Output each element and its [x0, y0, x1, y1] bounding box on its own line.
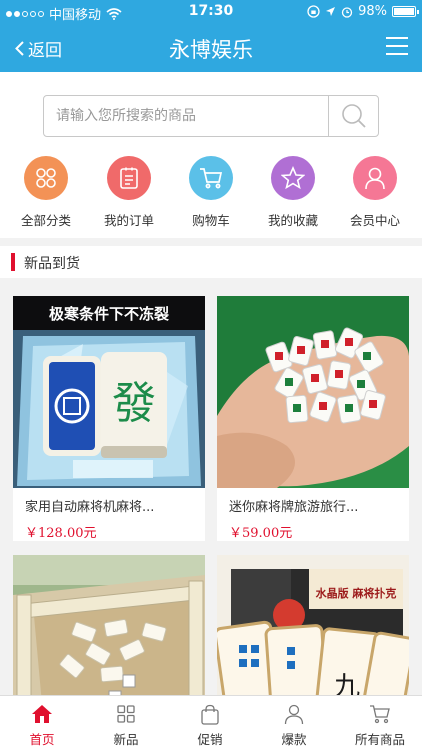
top-bar: 中国移动 17:30 98% 返回 永博娱乐: [0, 0, 422, 72]
status-right: 98%: [307, 4, 419, 19]
alarm-icon: [341, 6, 353, 18]
order-list-icon: [107, 156, 151, 200]
bottom-tab-bar: 首页 新品 促销 爆款 所有商品: [0, 695, 422, 750]
battery-icon: [392, 6, 419, 17]
tab-label: 促销: [197, 732, 223, 747]
grid-icon: [24, 156, 68, 200]
tab-label: 爆款: [281, 732, 307, 747]
category-member[interactable]: 会员中心: [335, 156, 415, 229]
tab-label: 新品: [113, 732, 139, 747]
tab-label: 所有商品: [354, 732, 405, 747]
status-bar: 中国移动 17:30 98%: [0, 0, 422, 24]
section-header: 新品到货: [0, 246, 422, 278]
category-label: 我的订单: [103, 213, 154, 228]
category-label: 我的收藏: [267, 213, 318, 228]
cart-icon: [189, 156, 233, 200]
category-menu: 全部分类 我的订单 购物车 我的收藏 会员中心: [0, 148, 422, 238]
star-icon: [271, 156, 315, 200]
product-price: ￥59.00元: [229, 526, 293, 541]
category-label: 购物车: [192, 213, 230, 228]
product-image-ice-mahjong: 發 极寒条件下不冻裂: [13, 296, 205, 488]
menu-icon[interactable]: [386, 37, 408, 55]
person-icon: [252, 703, 336, 725]
search-button[interactable]: [328, 96, 378, 136]
product-card[interactable]: 發 极寒条件下不冻裂 家用自动麻将机麻将... ￥128.00元: [13, 296, 205, 541]
user-icon: [353, 156, 397, 200]
product-card[interactable]: 迷你麻将牌旅游旅行... ￥59.00元: [217, 296, 409, 541]
product-name: 家用自动麻将机麻将...: [25, 500, 155, 515]
category-cart[interactable]: 购物车: [171, 156, 251, 229]
rotation-lock-icon: [307, 5, 320, 18]
home-icon: [0, 703, 84, 725]
tab-new[interactable]: 新品: [84, 703, 168, 748]
product-price: ￥128.00元: [25, 526, 97, 541]
location-arrow-icon: [326, 7, 336, 16]
search-input[interactable]: [44, 96, 328, 136]
section-title: 新品到货: [24, 256, 80, 272]
battery-percent: 98%: [358, 4, 387, 19]
category-label: 会员中心: [349, 213, 400, 228]
tab-hot[interactable]: 爆款: [252, 703, 336, 748]
app-screen: 中国移动 17:30 98% 返回 永博娱乐 请输入您所搜索的商品 全部分类 我…: [0, 0, 422, 750]
section-accent-bar: [11, 253, 15, 271]
product-banner: 极寒条件下不冻裂: [49, 305, 169, 323]
bag-icon: [168, 703, 252, 725]
tab-promotions[interactable]: 促销: [168, 703, 252, 748]
category-all[interactable]: 全部分类: [6, 156, 86, 229]
product-banner: 水晶版 麻将扑克: [316, 586, 397, 600]
product-tile-char: 發: [112, 378, 156, 429]
category-favorites[interactable]: 我的收藏: [253, 156, 333, 229]
cart-icon: [338, 703, 422, 725]
page-title: 永博娱乐: [169, 38, 253, 62]
category-label: 全部分类: [20, 213, 71, 228]
tab-home[interactable]: 首页: [0, 703, 84, 748]
product-image-mini-mahjong: [217, 296, 409, 488]
grid-icon: [84, 703, 168, 725]
tab-label: 首页: [29, 732, 55, 747]
app-header: 返回 永博娱乐: [0, 24, 422, 72]
category-orders[interactable]: 我的订单: [89, 156, 169, 229]
search-box: [43, 95, 379, 137]
search-icon: [341, 104, 366, 128]
tab-all-products[interactable]: 所有商品: [338, 703, 422, 748]
product-name: 迷你麻将牌旅游旅行...: [229, 500, 359, 515]
